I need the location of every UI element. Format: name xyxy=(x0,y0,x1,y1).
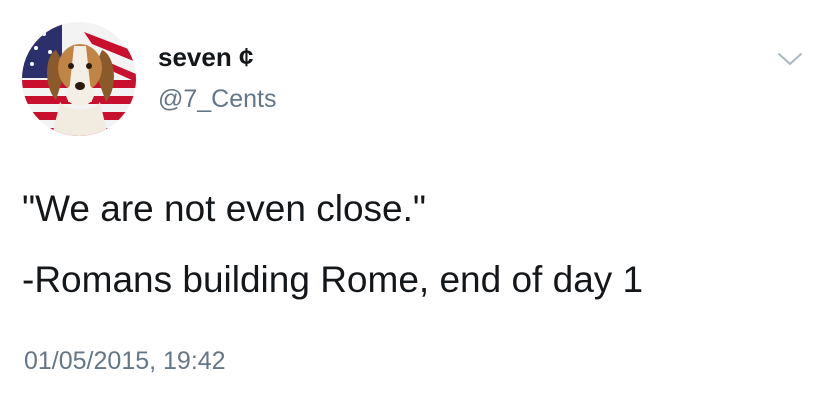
user-handle[interactable]: @7_Cents xyxy=(158,84,277,114)
chevron-down-icon[interactable] xyxy=(776,50,804,68)
tweet-card: seven ¢ @7_Cents "We are not even close.… xyxy=(0,0,815,402)
tweet-timestamp[interactable]: 01/05/2015, 19:42 xyxy=(24,346,226,376)
dog-avatar-icon xyxy=(22,22,136,136)
display-name[interactable]: seven ¢ xyxy=(158,42,253,72)
tweet-text: "We are not even close." -Romans buildin… xyxy=(22,186,802,303)
tweet-text-line-2: -Romans building Rome, end of day 1 xyxy=(22,259,644,300)
tweet-text-line-1: "We are not even close." xyxy=(22,188,427,229)
avatar[interactable] xyxy=(22,22,136,136)
